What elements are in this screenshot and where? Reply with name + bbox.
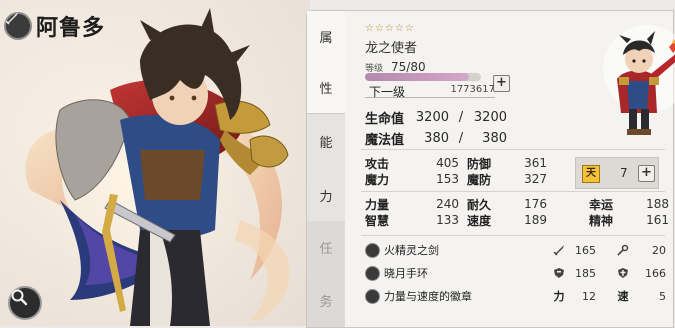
level-up-plus-button[interactable]: + [493, 75, 510, 92]
hero-chibi-sprite [603, 25, 675, 135]
hp-label: 生命值 [365, 112, 405, 127]
xp-bar [365, 73, 481, 81]
stat-row: 攻击 405 防御 361 [365, 155, 547, 171]
stat-value: 240 [436, 197, 459, 211]
equipment-slot-accessory[interactable]: 晓月手环 185 166 [365, 262, 667, 284]
stat-label: 魔力 [365, 172, 390, 187]
mp-max: 380 [482, 131, 507, 146]
next-level-exp: 1773617 [450, 84, 495, 95]
equipment-slot-weapon[interactable]: 火精灵之剑 165 20 [365, 239, 667, 261]
stat-value: 405 [436, 156, 459, 170]
tab-label: 性 [319, 82, 333, 97]
cross-shield-icon [616, 266, 630, 280]
tab-label: 力 [319, 189, 333, 205]
stat-row: 力量 240 耐久 176 幸运 188 [365, 196, 669, 212]
stat-value: 176 [524, 197, 547, 211]
stat-label: 力量 [365, 197, 390, 212]
equipment-stat-label: 力 [553, 290, 565, 303]
mp-row: 魔法值 380 / 380 [365, 128, 515, 149]
stat-value: 327 [524, 172, 547, 186]
equipment-stat-value: 20 [652, 243, 666, 257]
hero-status-panel: 属 性 能 力 任 务 ☆☆☆☆☆ 龙之使者 等级 75/80 + 下一级 17… [306, 10, 675, 328]
base-stats: 力量 240 耐久 176 幸运 188 智慧 133 速度 189 精神 16… [365, 196, 669, 228]
section-divider [361, 235, 665, 236]
tab-label: 务 [319, 295, 333, 310]
vitals-block: 生命值 3200 / 3200 魔法值 380 / 380 [365, 107, 515, 149]
xp-bar-fill [365, 73, 470, 81]
stat-label: 精神 [589, 213, 614, 228]
stat-label: 速度 [467, 213, 492, 228]
equipment-slot-badge[interactable]: 力量与速度的徽章 力 12 速 5 [365, 285, 667, 307]
stat-row: 智慧 133 速度 189 精神 161 [365, 212, 669, 228]
mp-separator: / [458, 131, 464, 146]
equipment-name: 晓月手环 [384, 267, 428, 280]
zoom-button[interactable] [8, 286, 42, 320]
equipment-name: 火精灵之剑 [384, 244, 439, 257]
level-row: 等级 75/80 [365, 60, 426, 74]
stat-label: 智慧 [365, 213, 390, 228]
tab-label: 任 [319, 242, 333, 257]
equipment-stat-label: 速 [617, 290, 629, 303]
hero-illustration [0, 0, 310, 326]
equipment-stat-value: 185 [575, 266, 596, 280]
fate-value: 7 [620, 166, 628, 180]
next-level-label: 下一级 [369, 85, 406, 99]
panel-content: ☆☆☆☆☆ 龙之使者 等级 75/80 + 下一级 1773617 生命值 32… [353, 11, 675, 327]
level-value: 75/80 [391, 60, 426, 74]
stat-label: 防御 [467, 156, 492, 171]
shield-icon [552, 266, 566, 280]
section-divider [361, 149, 665, 150]
hp-row: 生命值 3200 / 3200 [365, 107, 515, 128]
stat-row: 魔力 153 魔防 327 [365, 171, 547, 187]
equipment-stat-value: 12 [582, 289, 596, 303]
tab-label: 属 [319, 31, 333, 46]
tab-abilities[interactable]: 能 力 [307, 113, 345, 223]
stat-label: 攻击 [365, 156, 390, 171]
equipment-stat-value: 166 [645, 266, 666, 280]
stat-label: 魔防 [467, 172, 492, 187]
hp-max: 3200 [473, 110, 507, 125]
bracelet-slot-icon [365, 265, 380, 281]
rarity-stars: ☆☆☆☆☆ [365, 23, 415, 34]
stat-value: 153 [436, 172, 459, 186]
equipment-stat-value: 165 [575, 243, 596, 257]
next-level-row: 下一级 1773617 [365, 83, 495, 99]
magic-staff-icon [616, 243, 630, 257]
equipment-stat-value: 5 [659, 289, 666, 303]
hero-name-bar: 阿鲁多 [4, 10, 105, 42]
stat-value: 133 [436, 213, 459, 227]
sword-class-icon [4, 12, 32, 40]
hero-name: 阿鲁多 [36, 16, 106, 41]
stat-value: 361 [524, 156, 547, 170]
badge-slot-icon [365, 288, 380, 304]
stat-value: 189 [524, 213, 547, 227]
stat-value: 188 [646, 197, 669, 211]
fate-box: 天 7 + [575, 157, 659, 189]
hero-title: 龙之使者 [365, 41, 418, 56]
hp-current: 3200 [415, 110, 449, 125]
combat-stats: 攻击 405 防御 361 魔力 153 魔防 327 [365, 155, 547, 187]
fate-icon: 天 [582, 165, 600, 183]
stat-label: 耐久 [467, 197, 492, 212]
fate-plus-button[interactable]: + [638, 165, 655, 182]
hp-separator: / [458, 110, 464, 125]
sword-icon [552, 243, 566, 257]
tab-attributes[interactable]: 属 性 [307, 11, 345, 113]
hero-portrait-art: 阿鲁多 [0, 0, 310, 326]
section-divider [361, 191, 665, 192]
tab-tasks[interactable]: 任 务 [307, 221, 345, 327]
stat-label: 幸运 [589, 197, 614, 212]
magnifier-icon [11, 289, 28, 306]
mp-label: 魔法值 [365, 133, 405, 148]
weapon-slot-icon [365, 242, 380, 258]
stat-value: 161 [646, 213, 669, 227]
mp-current: 380 [424, 131, 449, 146]
equipment-name: 力量与速度的徽章 [384, 290, 472, 303]
tab-label: 能 [319, 135, 333, 151]
